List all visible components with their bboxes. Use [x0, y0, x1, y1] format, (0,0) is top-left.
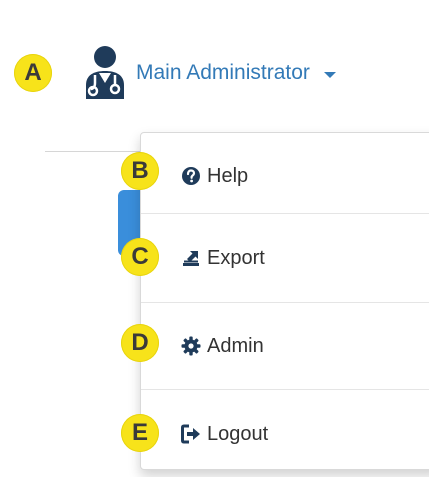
question-circle-icon [182, 167, 200, 185]
callout-badge-e: E [121, 414, 159, 452]
navbar-divider [45, 151, 145, 152]
menu-item-logout[interactable]: Logout [141, 391, 429, 477]
doctor-user-icon [86, 46, 124, 99]
callout-badge-a: A [14, 54, 52, 92]
user-name-label[interactable]: Main Administrator [136, 61, 310, 85]
export-icon [183, 251, 199, 266]
user-dropdown-menu: Help Export Admin Logout [140, 132, 429, 470]
user-menu-toggle[interactable]: Main Administrator [84, 38, 336, 108]
screenshot-stage: Main Administrator Help Export Admin Log… [0, 0, 429, 477]
callout-badge-b: B [121, 152, 159, 190]
menu-divider [141, 389, 429, 390]
menu-item-label: Admin [207, 334, 264, 357]
menu-item-label: Logout [207, 422, 269, 445]
caret-down-icon [323, 72, 336, 78]
menu-item-label: Export [207, 246, 265, 269]
callout-badge-c: C [121, 238, 159, 276]
menu-item-admin[interactable]: Admin [141, 303, 429, 389]
menu-item-help[interactable]: Help [141, 133, 429, 219]
sign-out-icon [181, 424, 200, 444]
menu-divider [141, 213, 429, 214]
menu-item-export[interactable]: Export [141, 215, 429, 301]
gear-icon [181, 336, 201, 356]
menu-item-label: Help [207, 164, 249, 187]
callout-badge-d: D [121, 324, 159, 362]
